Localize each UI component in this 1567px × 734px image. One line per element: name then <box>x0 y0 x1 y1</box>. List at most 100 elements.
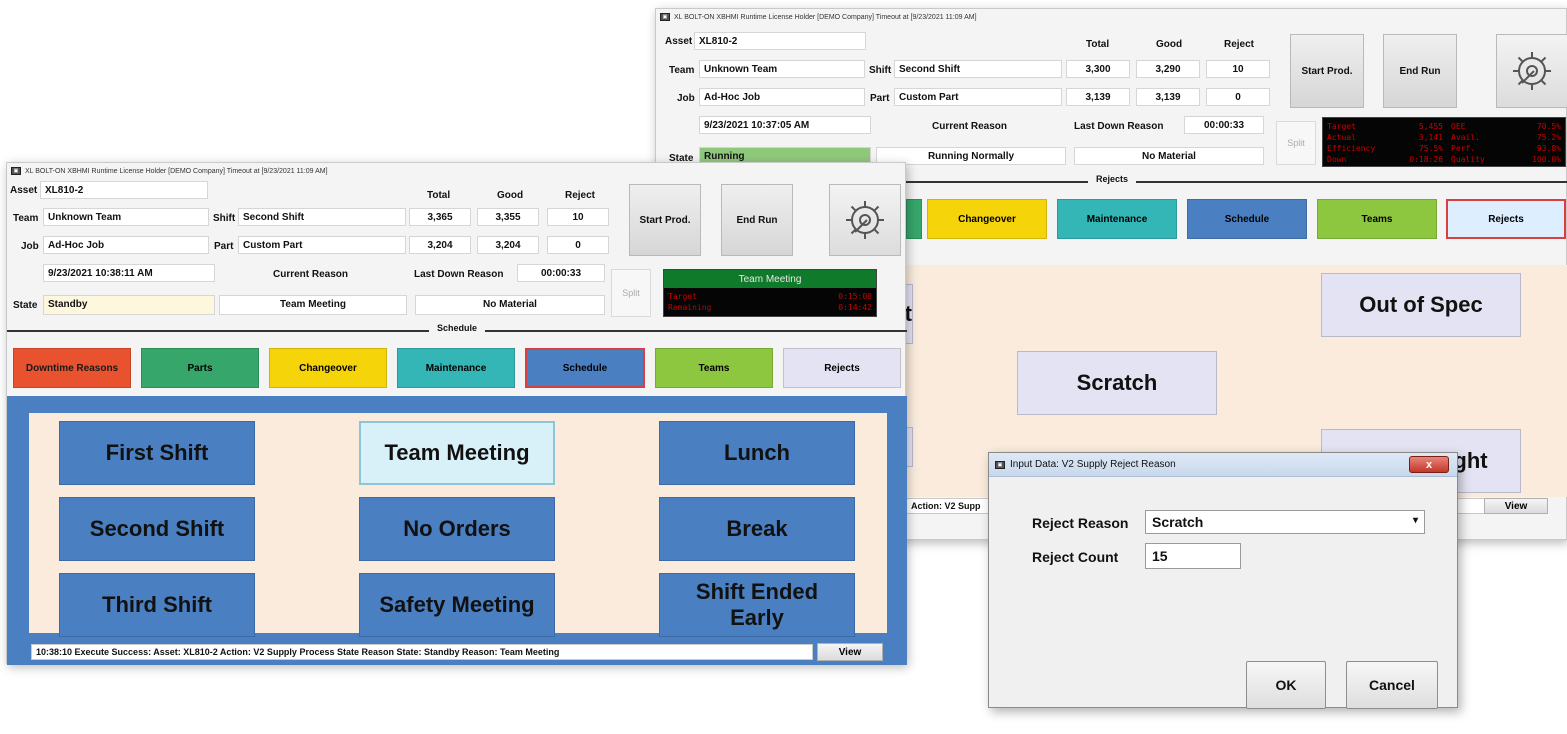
current-reason-field: Team Meeting <box>219 295 407 315</box>
job-field[interactable]: Ad-Hoc Job <box>699 88 865 106</box>
team-field[interactable]: Unknown Team <box>43 208 209 226</box>
start-production-button[interactable]: Start Prod. <box>629 184 701 256</box>
schedule-lunch-button[interactable]: Lunch <box>659 421 855 485</box>
efficiency-label: Efficiency <box>1327 144 1376 153</box>
datetime-field: 9/23/2021 10:38:11 AM <box>43 264 215 282</box>
good-value: 3,355 <box>477 208 539 226</box>
down-label: Down <box>1327 155 1347 164</box>
last-down-time: 00:00:33 <box>1184 116 1264 134</box>
reject-out-of-spec-button[interactable]: Out of Spec <box>1321 273 1521 337</box>
asset-field[interactable]: XL810-2 <box>694 32 866 50</box>
schedule-no-orders-button[interactable]: No Orders <box>359 497 555 561</box>
close-button[interactable]: x <box>1409 456 1449 473</box>
end-run-button[interactable]: End Run <box>721 184 793 256</box>
wrench-gear-icon <box>1513 52 1551 90</box>
category-maintenance[interactable]: Maintenance <box>397 348 515 388</box>
job-label: Job <box>677 93 695 104</box>
ok-button[interactable]: OK <box>1246 661 1326 709</box>
part-label: Part <box>870 93 890 104</box>
app-icon: ▣ <box>660 13 670 21</box>
meeting-values: 0:15:00 0:14:42 <box>838 291 872 313</box>
meeting-labels: Target Remaining <box>668 291 711 313</box>
shift-field[interactable]: Second Shift <box>238 208 406 226</box>
down-value: 0:18:26 <box>1409 155 1443 164</box>
wrench-gear-icon <box>846 201 884 239</box>
section-title: Rejects <box>1087 174 1137 184</box>
part-field[interactable]: Custom Part <box>894 88 1062 106</box>
lcd-left-values: 5,455 3,141 75.5% 0:18:26 <box>1393 121 1443 165</box>
shift-label: Shift <box>869 65 892 76</box>
category-changeover[interactable]: Changeover <box>269 348 387 388</box>
job-reject-value: 0 <box>547 236 609 254</box>
close-icon: x <box>1425 458 1433 471</box>
category-teams[interactable]: Teams <box>655 348 773 388</box>
team-field[interactable]: Unknown Team <box>699 60 865 78</box>
category-maintenance[interactable]: Maintenance <box>1057 199 1177 239</box>
front-window: ▣ XL BOLT-ON XBHMI Runtime License Holde… <box>6 162 907 665</box>
shift-field[interactable]: Second Shift <box>894 60 1062 78</box>
schedule-section-divider: Schedule <box>7 323 907 337</box>
current-reason-label: Current Reason <box>932 121 1008 132</box>
good-header: Good <box>1156 39 1183 50</box>
category-parts[interactable]: Parts <box>141 348 259 388</box>
good-value: 3,290 <box>1136 60 1200 78</box>
schedule-safety-meeting-button[interactable]: Safety Meeting <box>359 573 555 637</box>
last-down-time: 00:00:33 <box>517 264 605 282</box>
target-value: 5,455 <box>1418 122 1443 131</box>
schedule-break-button[interactable]: Break <box>659 497 855 561</box>
total-header: Total <box>1086 39 1110 50</box>
view-button[interactable]: View <box>1484 498 1548 514</box>
category-teams[interactable]: Teams <box>1317 199 1437 239</box>
target-label: Target <box>1327 122 1356 131</box>
part-label: Part <box>214 241 234 252</box>
schedule-team-meeting-button[interactable]: Team Meeting <box>359 421 555 485</box>
last-down-label: Last Down Reason <box>1074 121 1164 132</box>
category-schedule[interactable]: Schedule <box>1187 199 1307 239</box>
split-button[interactable]: Split <box>1276 121 1316 165</box>
reject-count-input[interactable]: 15 <box>1145 543 1241 569</box>
total-value: 3,365 <box>409 208 471 226</box>
reject-reason-select[interactable]: Scratch ▾ <box>1145 510 1425 534</box>
meeting-header: Team Meeting <box>664 270 876 288</box>
lcd-left-labels: Target Actual Efficiency Down <box>1327 121 1375 165</box>
category-parts-edge[interactable] <box>906 199 922 239</box>
category-downtime-reasons[interactable]: Downtime Reasons <box>13 348 131 388</box>
settings-button[interactable] <box>1496 34 1567 108</box>
category-rejects[interactable]: Rejects <box>783 348 901 388</box>
total-value: 3,300 <box>1066 60 1130 78</box>
part-field[interactable]: Custom Part <box>238 236 406 254</box>
reject-scratch-button[interactable]: Scratch <box>1017 351 1217 415</box>
job-label: Job <box>21 241 39 252</box>
asset-label: Asset <box>10 185 38 196</box>
start-production-button[interactable]: Start Prod. <box>1290 34 1364 108</box>
schedule-shift-ended-early-button[interactable]: Shift Ended Early <box>659 573 855 637</box>
meeting-remaining-value: 0:14:42 <box>838 303 872 312</box>
app-icon: ▣ <box>995 460 1005 469</box>
schedule-second-shift-button[interactable]: Second Shift <box>59 497 255 561</box>
end-run-button[interactable]: End Run <box>1383 34 1457 108</box>
settings-button[interactable] <box>829 184 901 256</box>
section-title: Schedule <box>428 323 486 333</box>
schedule-third-shift-button[interactable]: Third Shift <box>59 573 255 637</box>
front-window-titlebar: ▣ XL BOLT-ON XBHMI Runtime License Holde… <box>7 163 905 179</box>
state-field: Standby <box>43 295 215 315</box>
split-button[interactable]: Split <box>611 269 651 317</box>
reject-reason-value: Scratch <box>1152 514 1204 530</box>
job-good-value: 3,139 <box>1136 88 1200 106</box>
lcd-right-values: 70.5% 75.2% 93.8% 100.0% <box>1513 121 1561 165</box>
job-field[interactable]: Ad-Hoc Job <box>43 236 209 254</box>
job-total-value: 3,204 <box>409 236 471 254</box>
asset-field[interactable]: XL810-2 <box>40 181 208 199</box>
category-schedule[interactable]: Schedule <box>525 348 645 388</box>
back-window-title: XL BOLT-ON XBHMI Runtime License Holder … <box>674 13 977 21</box>
team-label: Team <box>13 213 39 224</box>
last-down-label: Last Down Reason <box>414 269 504 280</box>
schedule-first-shift-button[interactable]: First Shift <box>59 421 255 485</box>
perf-label: Perf. <box>1451 144 1476 153</box>
last-down-field: No Material <box>415 295 605 315</box>
cancel-button[interactable]: Cancel <box>1346 661 1438 709</box>
category-rejects[interactable]: Rejects <box>1446 199 1566 239</box>
view-button[interactable]: View <box>817 643 883 661</box>
status-bar: 10:38:10 Execute Success: Asset: XL810-2… <box>31 644 813 660</box>
category-changeover[interactable]: Changeover <box>927 199 1047 239</box>
